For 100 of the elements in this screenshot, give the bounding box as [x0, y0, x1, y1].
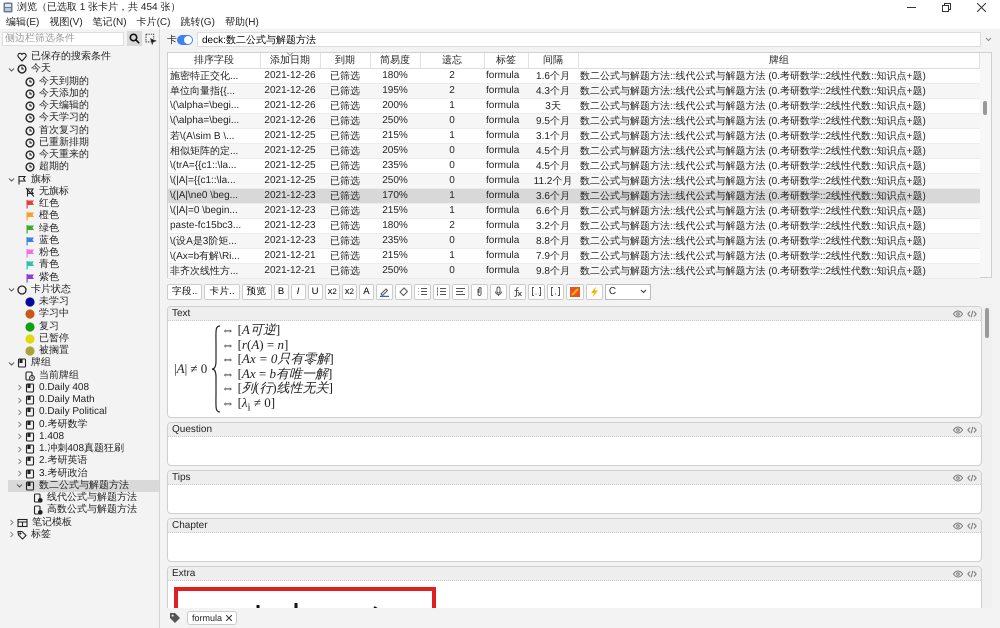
cloze-button[interactable]: [546, 284, 564, 300]
eye-icon[interactable]: [953, 522, 963, 530]
format-button[interactable]: B: [274, 284, 289, 300]
chevron-right-icon[interactable]: [8, 519, 15, 526]
eye-icon[interactable]: [953, 310, 963, 318]
chevron-down-icon[interactable]: [8, 286, 15, 294]
menu-item[interactable]: 编辑(E): [6, 14, 40, 28]
function-button[interactable]: [508, 284, 526, 300]
sidebar-item[interactable]: 今天学习的: [8, 112, 159, 124]
highlight-button[interactable]: [376, 284, 393, 300]
column-header[interactable]: 排序字段: [168, 53, 260, 68]
toolbar-button[interactable]: 卡片..: [204, 284, 240, 300]
close-icon[interactable]: [977, 2, 986, 12]
sidebar-item[interactable]: 粉色: [8, 247, 159, 260]
chevron-down-icon[interactable]: [8, 66, 15, 73]
bullet-list-button[interactable]: [414, 284, 431, 300]
sidebar-item[interactable]: 今天编辑的: [8, 100, 159, 112]
column-header[interactable]: 简易度: [370, 53, 420, 68]
search-button[interactable]: [127, 31, 142, 46]
close-icon[interactable]: [226, 615, 232, 621]
sidebar-search-field[interactable]: 侧边栏筛选条件: [2, 32, 124, 46]
sidebar-item[interactable]: 紫色: [8, 272, 159, 284]
chevron-right-icon[interactable]: [16, 470, 23, 478]
sidebar-item[interactable]: 牌组: [8, 357, 159, 370]
align-button[interactable]: [452, 284, 469, 300]
restore-icon[interactable]: [942, 2, 951, 12]
code-icon[interactable]: [967, 474, 977, 482]
sidebar-item[interactable]: 卡片状态: [8, 284, 159, 296]
column-header[interactable]: 到期: [320, 53, 370, 68]
chevron-right-icon[interactable]: [16, 396, 23, 404]
sidebar-item[interactable]: 0.Daily 408: [8, 382, 159, 394]
menu-item[interactable]: 帮助(H): [224, 14, 259, 28]
chevron-right-icon[interactable]: [16, 384, 23, 392]
sidebar-item[interactable]: 红色: [8, 198, 159, 210]
sidebar-item[interactable]: 高数公式与解题方法: [8, 504, 159, 516]
sidebar-item[interactable]: 0.考研数学: [8, 418, 159, 431]
sidebar-item[interactable]: 3.考研政治: [8, 468, 159, 480]
color-picker-button[interactable]: [566, 284, 584, 300]
toolbar-button[interactable]: 字段..: [167, 284, 202, 300]
cloze-button[interactable]: [528, 284, 545, 300]
chevron-right-icon[interactable]: [8, 531, 15, 538]
sidebar-item[interactable]: 当前牌组: [8, 370, 159, 382]
eye-icon[interactable]: [953, 426, 963, 434]
column-header[interactable]: 添加日期: [260, 53, 320, 68]
code-icon[interactable]: [967, 426, 977, 434]
code-icon[interactable]: [967, 570, 977, 578]
search-field[interactable]: deck:数二公式与解题方法: [197, 32, 981, 47]
toggle-switch[interactable]: [177, 34, 193, 44]
sidebar-item[interactable]: 1.408: [8, 430, 159, 443]
format-button[interactable]: U: [308, 284, 323, 300]
sidebar-item[interactable]: 无旗标: [8, 186, 159, 198]
chevron-down-icon[interactable]: [985, 37, 992, 42]
sidebar-item[interactable]: 1.冲刺408真题狂刷: [8, 443, 159, 456]
menu-item[interactable]: 卡片(C): [136, 14, 170, 28]
sidebar-item[interactable]: 青色: [8, 259, 159, 272]
note-field[interactable]: Extra: [167, 566, 982, 608]
chevron-right-icon[interactable]: [16, 421, 23, 428]
menu-item[interactable]: 跳转(G): [180, 14, 215, 28]
column-header[interactable]: 遗忘: [420, 53, 484, 68]
chevron-down-icon[interactable]: [8, 360, 15, 367]
eye-icon[interactable]: [953, 474, 963, 482]
sidebar-item[interactable]: 数二公式与解题方法: [8, 480, 159, 492]
sidebar-item[interactable]: 已暂停: [8, 332, 159, 345]
tag-chip[interactable]: formula: [187, 611, 238, 625]
chevron-right-icon[interactable]: [16, 446, 23, 453]
eye-icon[interactable]: [953, 570, 963, 578]
sidebar-item[interactable]: 被搁置: [8, 345, 159, 358]
column-header[interactable]: 牌组: [578, 53, 980, 68]
sidebar-item[interactable]: 学习中: [8, 308, 159, 320]
sidebar-item[interactable]: 未学习: [8, 296, 159, 308]
chevron-right-icon[interactable]: [16, 433, 23, 440]
sidebar-item[interactable]: 旗标: [8, 174, 159, 186]
numbered-list-button[interactable]: [432, 284, 450, 300]
sidebar-item[interactable]: 已重新排期: [8, 136, 159, 149]
sidebar-item[interactable]: 复习: [8, 320, 159, 333]
sidebar-item[interactable]: 今天: [8, 63, 159, 76]
menu-item[interactable]: 笔记(N): [92, 14, 127, 28]
select-field[interactable]: C: [604, 284, 651, 300]
sidebar-item[interactable]: 标签: [8, 528, 159, 541]
sidebar-item[interactable]: 今天重来的: [8, 149, 159, 162]
note-field[interactable]: Tips: [167, 470, 982, 514]
eraser-button[interactable]: [394, 284, 412, 300]
sidebar-item[interactable]: 蓝色: [8, 234, 159, 247]
column-header[interactable]: 间隔: [528, 53, 578, 68]
sidebar-item[interactable]: 线代公式与解题方法: [8, 492, 159, 504]
code-icon[interactable]: [967, 522, 977, 530]
note-field[interactable]: Chapter: [167, 518, 982, 562]
chevron-down-icon[interactable]: [16, 482, 23, 490]
column-header[interactable]: 标签: [484, 53, 528, 68]
sidebar-item[interactable]: 今天到期的: [8, 76, 159, 88]
sidebar-item[interactable]: 0.Daily Political: [8, 406, 159, 418]
attach-button[interactable]: [470, 284, 488, 300]
menu-item[interactable]: 视图(V): [49, 14, 83, 28]
scrollbar[interactable]: [980, 53, 991, 277]
select-icon[interactable]: [145, 32, 157, 44]
chevron-down-icon[interactable]: [8, 176, 15, 184]
sidebar-item[interactable]: 今天添加的: [8, 88, 159, 100]
sidebar-item[interactable]: 橙色: [8, 210, 159, 222]
sidebar-item[interactable]: 笔记模板: [8, 516, 159, 529]
microphone-button[interactable]: [490, 284, 507, 300]
